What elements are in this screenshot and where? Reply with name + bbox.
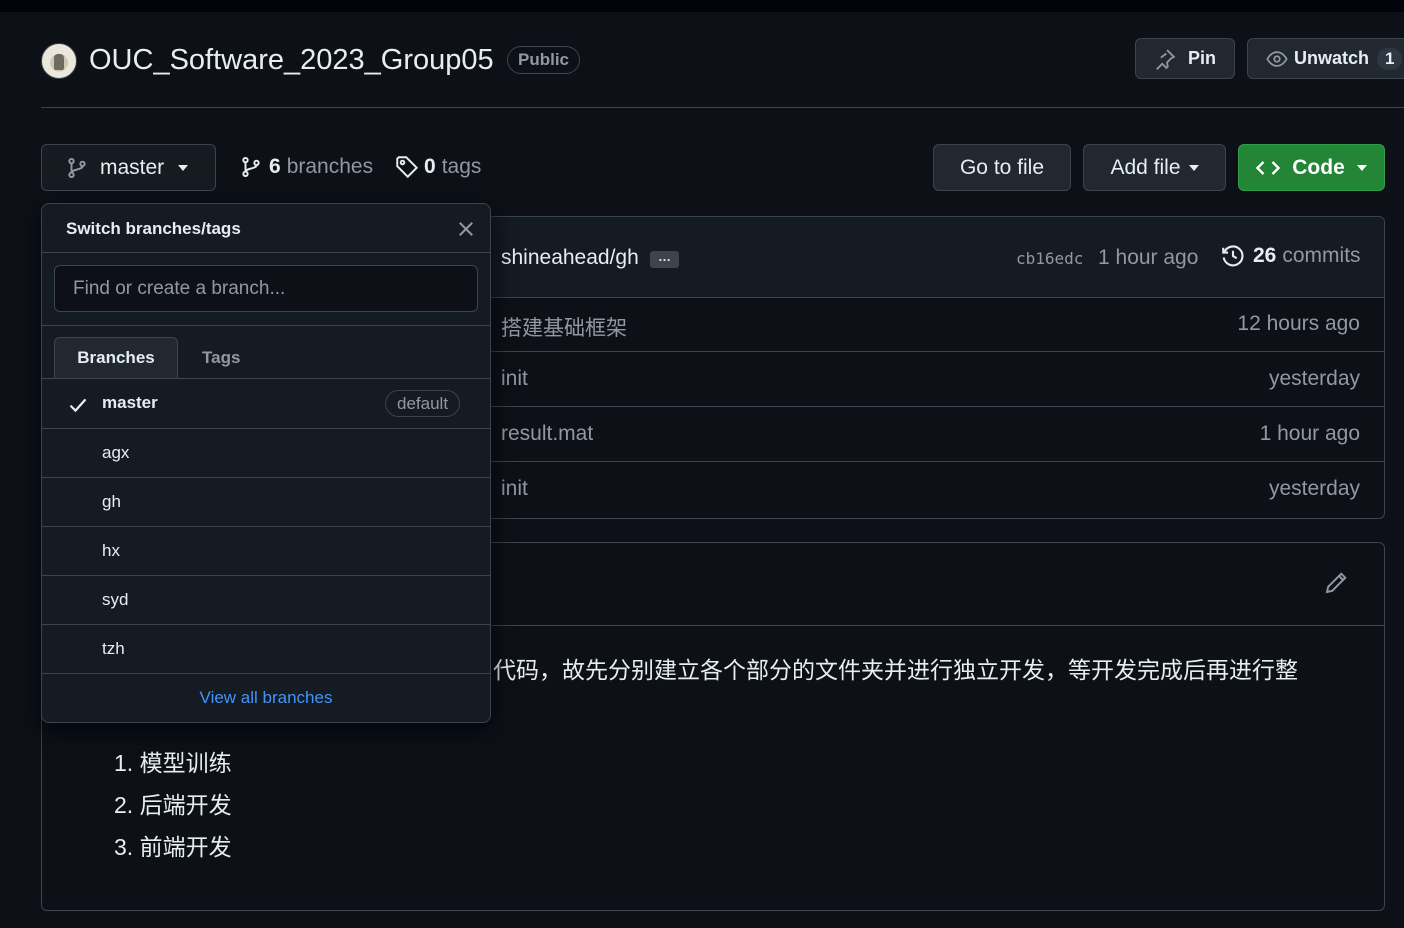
- code-button[interactable]: Code: [1238, 144, 1385, 191]
- dropdown-footer: View all branches: [42, 673, 490, 722]
- commit-expand-button[interactable]: …: [650, 250, 679, 268]
- branch-select-button[interactable]: master: [41, 144, 216, 191]
- go-to-file-button[interactable]: Go to file: [933, 144, 1071, 191]
- branch-item-master[interactable]: master default: [42, 379, 490, 428]
- commit-message-link[interactable]: shineahead/gh: [501, 246, 639, 270]
- commits-count: 26: [1253, 244, 1277, 267]
- file-commit-message[interactable]: init: [501, 367, 528, 391]
- branch-name: gh: [102, 492, 121, 511]
- tags-label: tags: [441, 155, 482, 178]
- file-commit-time: yesterday: [1268, 477, 1360, 500]
- top-strip: [0, 0, 1404, 12]
- add-file-label: Add file: [1110, 155, 1181, 179]
- default-badge: default: [385, 390, 461, 417]
- watch-counter: 1: [1377, 47, 1403, 70]
- branch-name: tzh: [102, 639, 125, 658]
- git-branch-icon: [242, 156, 260, 178]
- file-commit-message[interactable]: result.mat: [501, 422, 593, 446]
- chevron-down-icon: [1188, 164, 1199, 171]
- branch-switch-dropdown: Switch branches/tags Branches Tags maste…: [41, 203, 491, 723]
- tab-tags[interactable]: Tags: [202, 337, 240, 379]
- file-commit-time: 1 hour ago: [1259, 422, 1360, 445]
- pin-label: Pin: [1188, 48, 1217, 68]
- branch-item-agx[interactable]: agx: [42, 428, 490, 477]
- dropdown-divider: [42, 252, 490, 253]
- branches-count: 6: [269, 155, 281, 178]
- file-commit-time: 12 hours ago: [1237, 312, 1360, 335]
- pencil-icon[interactable]: [1324, 571, 1348, 595]
- tag-icon: [396, 156, 419, 179]
- git-branch-icon: [68, 157, 86, 178]
- repo-name[interactable]: OUC_Software_2023_Group05: [89, 44, 494, 77]
- file-commit-time: yesterday: [1268, 367, 1360, 390]
- branch-name: hx: [102, 541, 120, 560]
- code-icon: [1256, 160, 1281, 175]
- tags-link[interactable]: 0 tags: [395, 155, 481, 179]
- branch-name: syd: [102, 590, 129, 609]
- eye-icon: [1266, 50, 1288, 67]
- tags-count: 0: [424, 155, 436, 178]
- chevron-down-icon: [1356, 164, 1367, 171]
- readme-list: 1. 模型训练 2. 后端开发 3. 前端开发: [114, 747, 232, 873]
- commit-sha-link[interactable]: cb16edc: [1016, 249, 1083, 268]
- check-icon: [69, 398, 87, 413]
- visibility-badge: Public: [507, 46, 581, 74]
- commit-time: 1 hour ago: [1098, 246, 1199, 269]
- branch-item-gh[interactable]: gh: [42, 477, 490, 526]
- dropdown-title: Switch branches/tags: [66, 219, 241, 238]
- chevron-down-icon: [178, 164, 189, 171]
- list-item: 1. 模型训练: [114, 750, 232, 776]
- list-item: 2. 后端开发: [114, 792, 232, 818]
- branches-label: branches: [286, 155, 374, 178]
- branch-name: master: [102, 393, 158, 412]
- history-icon: [1222, 245, 1244, 267]
- file-commit-message[interactable]: init: [501, 477, 528, 501]
- branch-name: agx: [102, 443, 130, 462]
- branches-link[interactable]: 6 branches: [240, 155, 373, 179]
- add-file-button[interactable]: Add file: [1083, 144, 1226, 191]
- commits-label: commits: [1282, 244, 1361, 267]
- code-label: Code: [1292, 155, 1345, 179]
- branch-item-syd[interactable]: syd: [42, 575, 490, 624]
- branch-item-hx[interactable]: hx: [42, 526, 490, 575]
- unwatch-button[interactable]: Unwatch 1: [1247, 38, 1404, 79]
- pin-icon: [1156, 48, 1176, 70]
- close-icon[interactable]: [456, 219, 476, 239]
- view-all-branches-link[interactable]: View all branches: [200, 688, 333, 707]
- unwatch-label: Unwatch: [1294, 48, 1370, 68]
- current-branch-label: master: [100, 155, 165, 179]
- pin-button[interactable]: Pin: [1135, 38, 1235, 79]
- header-divider: [41, 107, 1404, 108]
- file-commit-message[interactable]: 搭建基础框架: [501, 312, 627, 342]
- commits-history-link[interactable]: 26 commits: [1221, 244, 1361, 268]
- tab-branches[interactable]: Branches: [54, 337, 178, 379]
- list-item: 3. 前端开发: [114, 834, 232, 860]
- owner-avatar[interactable]: [41, 43, 77, 79]
- dropdown-divider: [42, 325, 490, 326]
- branch-item-tzh[interactable]: tzh: [42, 624, 490, 673]
- readme-paragraph: 代码，故先分别建立各个部分的文件夹并进行独立开发，等开发完成后再进行整: [493, 657, 1298, 683]
- branch-search-input[interactable]: [54, 265, 478, 312]
